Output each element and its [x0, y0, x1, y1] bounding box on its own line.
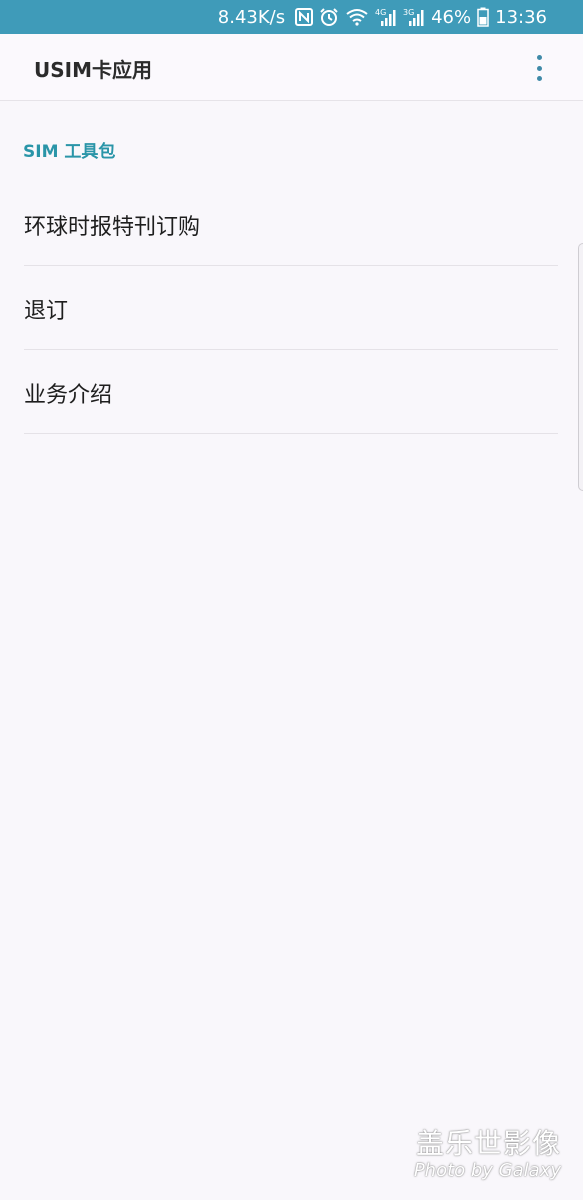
list-item-service-info[interactable]: 业务介绍: [24, 350, 558, 434]
signal-2-label: 3G: [403, 8, 414, 17]
nfc-icon: [295, 8, 314, 26]
battery-percent: 46%: [431, 6, 472, 28]
menu-list: 环球时报特刊订购 退订 业务介绍: [0, 182, 583, 434]
edge-panel-handle[interactable]: [578, 243, 583, 491]
list-item-subscribe[interactable]: 环球时报特刊订购: [24, 182, 558, 266]
watermark-line1: 盖乐世影像: [415, 1127, 561, 1160]
list-item-label: 环球时报特刊订购: [24, 215, 201, 240]
section-header: SIM 工具包: [23, 142, 116, 162]
page-title: USIM卡应用: [34, 58, 152, 82]
watermark: 盖乐世影像 Photo by Galaxy: [414, 1128, 561, 1182]
more-vert-icon-dot: [536, 76, 542, 81]
battery-icon: [477, 7, 489, 27]
signal-1-label: 4G: [375, 8, 386, 17]
wifi-icon: [346, 9, 368, 26]
list-item-label: 退订: [24, 299, 69, 324]
list-item-label: 业务介绍: [24, 383, 113, 408]
more-options-button[interactable]: [527, 55, 551, 81]
alarm-icon: [320, 8, 338, 26]
more-vert-icon-dot: [536, 65, 542, 71]
clock: 13:36: [495, 6, 547, 28]
watermark-line2: Photo by Galaxy: [413, 1160, 561, 1181]
status-bar: 8.43K/s 4G 3G 46% 13:36: [0, 0, 583, 34]
more-vert-icon: [536, 55, 542, 60]
signal-3g-icon: 3G: [403, 8, 424, 26]
list-item-unsubscribe[interactable]: 退订: [24, 266, 558, 350]
network-speed: 8.43K/s: [217, 6, 286, 28]
signal-4g-icon: 4G: [375, 8, 396, 26]
app-bar: USIM卡应用: [0, 34, 583, 101]
